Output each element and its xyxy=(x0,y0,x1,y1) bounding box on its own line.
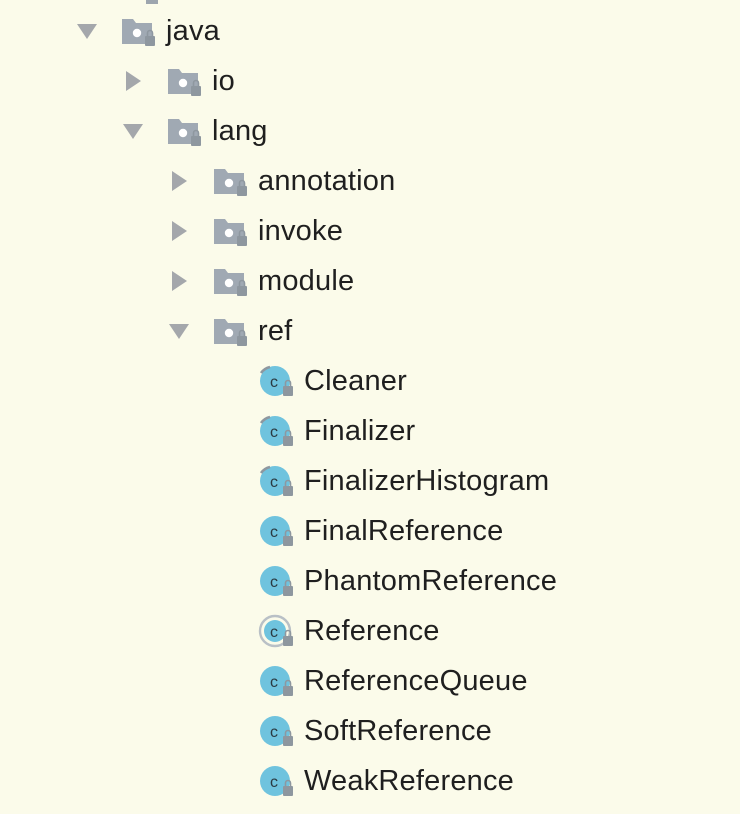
project-tree: java io lang annotation invoke module ref c Clea… xyxy=(0,0,740,814)
tree-item-label: FinalizerHistogram xyxy=(304,464,550,497)
tree-item[interactable]: invoke xyxy=(166,206,343,256)
svg-text:c: c xyxy=(270,524,278,541)
tree-item[interactable]: c FinalizerHistogram xyxy=(212,456,549,506)
tree-item[interactable]: annotation xyxy=(166,156,395,206)
tree-item[interactable]: c PhantomReference xyxy=(212,556,557,606)
class-icon: c xyxy=(258,514,298,548)
tree-item-label: module xyxy=(258,264,355,297)
package-folder-icon xyxy=(166,114,206,148)
tree-item[interactable]: c Reference xyxy=(212,606,440,656)
class-icon: c xyxy=(258,564,298,598)
toggle-spacer xyxy=(212,618,238,644)
class-icon: c xyxy=(258,664,298,698)
toggle-spacer xyxy=(212,468,238,494)
tree-item-label: PhantomReference xyxy=(304,564,558,597)
tree-item-label: lang xyxy=(212,114,268,147)
tree-line-stub xyxy=(146,0,158,4)
tree-item-label: WeakReference xyxy=(304,764,515,797)
tree-item[interactable]: c ReferenceQueue xyxy=(212,656,528,706)
tree-item-label: Reference xyxy=(304,614,440,647)
package-folder-icon xyxy=(212,214,252,248)
tree-item-label: Cleaner xyxy=(304,364,407,397)
tree-item-label: ref xyxy=(258,314,293,347)
toggle-spacer xyxy=(212,568,238,594)
tree-item[interactable]: io xyxy=(120,56,235,106)
tree-item-label: annotation xyxy=(258,164,396,197)
triangle-right-icon[interactable] xyxy=(166,168,192,194)
triangle-right-icon[interactable] xyxy=(120,68,146,94)
tree-item-label: io xyxy=(212,64,235,97)
tree-item-label: java xyxy=(166,14,220,47)
tree-item[interactable]: c WeakReference xyxy=(212,756,514,806)
class-icon: c xyxy=(258,464,298,498)
class-icon: c xyxy=(258,714,298,748)
tree-item[interactable]: c Finalizer xyxy=(212,406,415,456)
svg-text:c: c xyxy=(270,374,278,391)
svg-text:c: c xyxy=(270,474,278,491)
toggle-spacer xyxy=(212,368,238,394)
tree-item-label: ReferenceQueue xyxy=(304,664,528,697)
svg-text:c: c xyxy=(270,774,278,791)
tree-item-label: FinalReference xyxy=(304,514,504,547)
class-icon: c xyxy=(258,364,298,398)
tree-item-label: Finalizer xyxy=(304,414,416,447)
package-folder-icon xyxy=(212,164,252,198)
class-icon: c xyxy=(258,614,298,648)
tree-item-label: SoftReference xyxy=(304,714,492,747)
tree-item[interactable]: java xyxy=(74,6,220,56)
package-folder-icon xyxy=(120,14,160,48)
toggle-spacer xyxy=(212,418,238,444)
triangle-down-icon[interactable] xyxy=(74,18,100,44)
svg-text:c: c xyxy=(270,724,278,741)
tree-item[interactable]: c Cleaner xyxy=(212,356,407,406)
svg-text:c: c xyxy=(270,674,278,691)
tree-item-label: invoke xyxy=(258,214,344,247)
class-icon: c xyxy=(258,414,298,448)
tree-item[interactable]: module xyxy=(166,256,354,306)
triangle-right-icon[interactable] xyxy=(166,218,192,244)
svg-text:c: c xyxy=(270,424,278,441)
tree-item[interactable]: lang xyxy=(120,106,268,156)
tree-item[interactable]: c SoftReference xyxy=(212,706,492,756)
toggle-spacer xyxy=(212,668,238,694)
triangle-right-icon[interactable] xyxy=(166,268,192,294)
svg-text:c: c xyxy=(270,624,278,641)
svg-text:c: c xyxy=(270,574,278,591)
triangle-down-icon[interactable] xyxy=(166,318,192,344)
class-icon: c xyxy=(258,764,298,798)
tree-item[interactable]: ref xyxy=(166,306,292,356)
package-folder-icon xyxy=(212,264,252,298)
toggle-spacer xyxy=(212,768,238,794)
toggle-spacer xyxy=(212,518,238,544)
triangle-down-icon[interactable] xyxy=(120,118,146,144)
toggle-spacer xyxy=(212,718,238,744)
package-folder-icon xyxy=(166,64,206,98)
tree-item[interactable]: c FinalReference xyxy=(212,506,503,556)
package-folder-icon xyxy=(212,314,252,348)
